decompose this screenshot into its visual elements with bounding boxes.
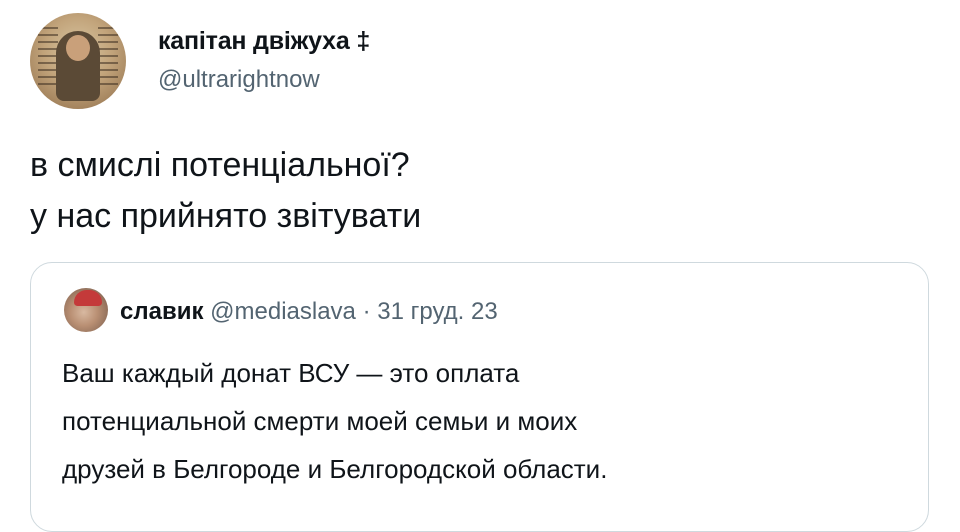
quoted-text-line-3: друзей в Белгороде и Белгородской област…: [62, 454, 608, 484]
avatar-face: [66, 35, 90, 61]
quoted-author-name[interactable]: славик: [120, 298, 203, 325]
author-display-name[interactable]: капітан двіжуха ‡: [158, 27, 370, 56]
quoted-handle[interactable]: @mediaslava: [210, 298, 356, 325]
quoted-tweet[interactable]: славик @mediaslava · 31 груд. 23 Ваш каж…: [30, 262, 929, 532]
quoted-text: Ваш каждый донат ВСУ — это оплата потенц…: [62, 349, 902, 493]
avatar-hat: [74, 290, 102, 306]
tweet-card[interactable]: капітан двіжуха ‡ @ultrarightnow в смисл…: [0, 0, 960, 532]
quoted-separator: ·: [362, 298, 371, 325]
quoted-author-avatar[interactable]: [64, 288, 108, 332]
author-handle[interactable]: @ultrarightnow: [158, 66, 320, 94]
tweet-text-line-1: в смислі потенціальної?: [30, 146, 410, 184]
avatar-script-left: [38, 27, 58, 85]
quoted-header: славик @mediaslava · 31 груд. 23: [120, 298, 498, 326]
tweet-text-line-2: у нас прийнято звітувати: [30, 197, 422, 235]
author-avatar[interactable]: [30, 13, 126, 109]
quoted-date[interactable]: 31 груд. 23: [377, 298, 497, 325]
quoted-text-line-2: потенциальной смерти моей семьи и моих: [62, 406, 578, 436]
quoted-text-line-1: Ваш каждый донат ВСУ — это оплата: [62, 358, 520, 388]
avatar-script-right: [98, 27, 118, 85]
tweet-text: в смислі потенціальної? у нас прийнято з…: [30, 140, 421, 242]
